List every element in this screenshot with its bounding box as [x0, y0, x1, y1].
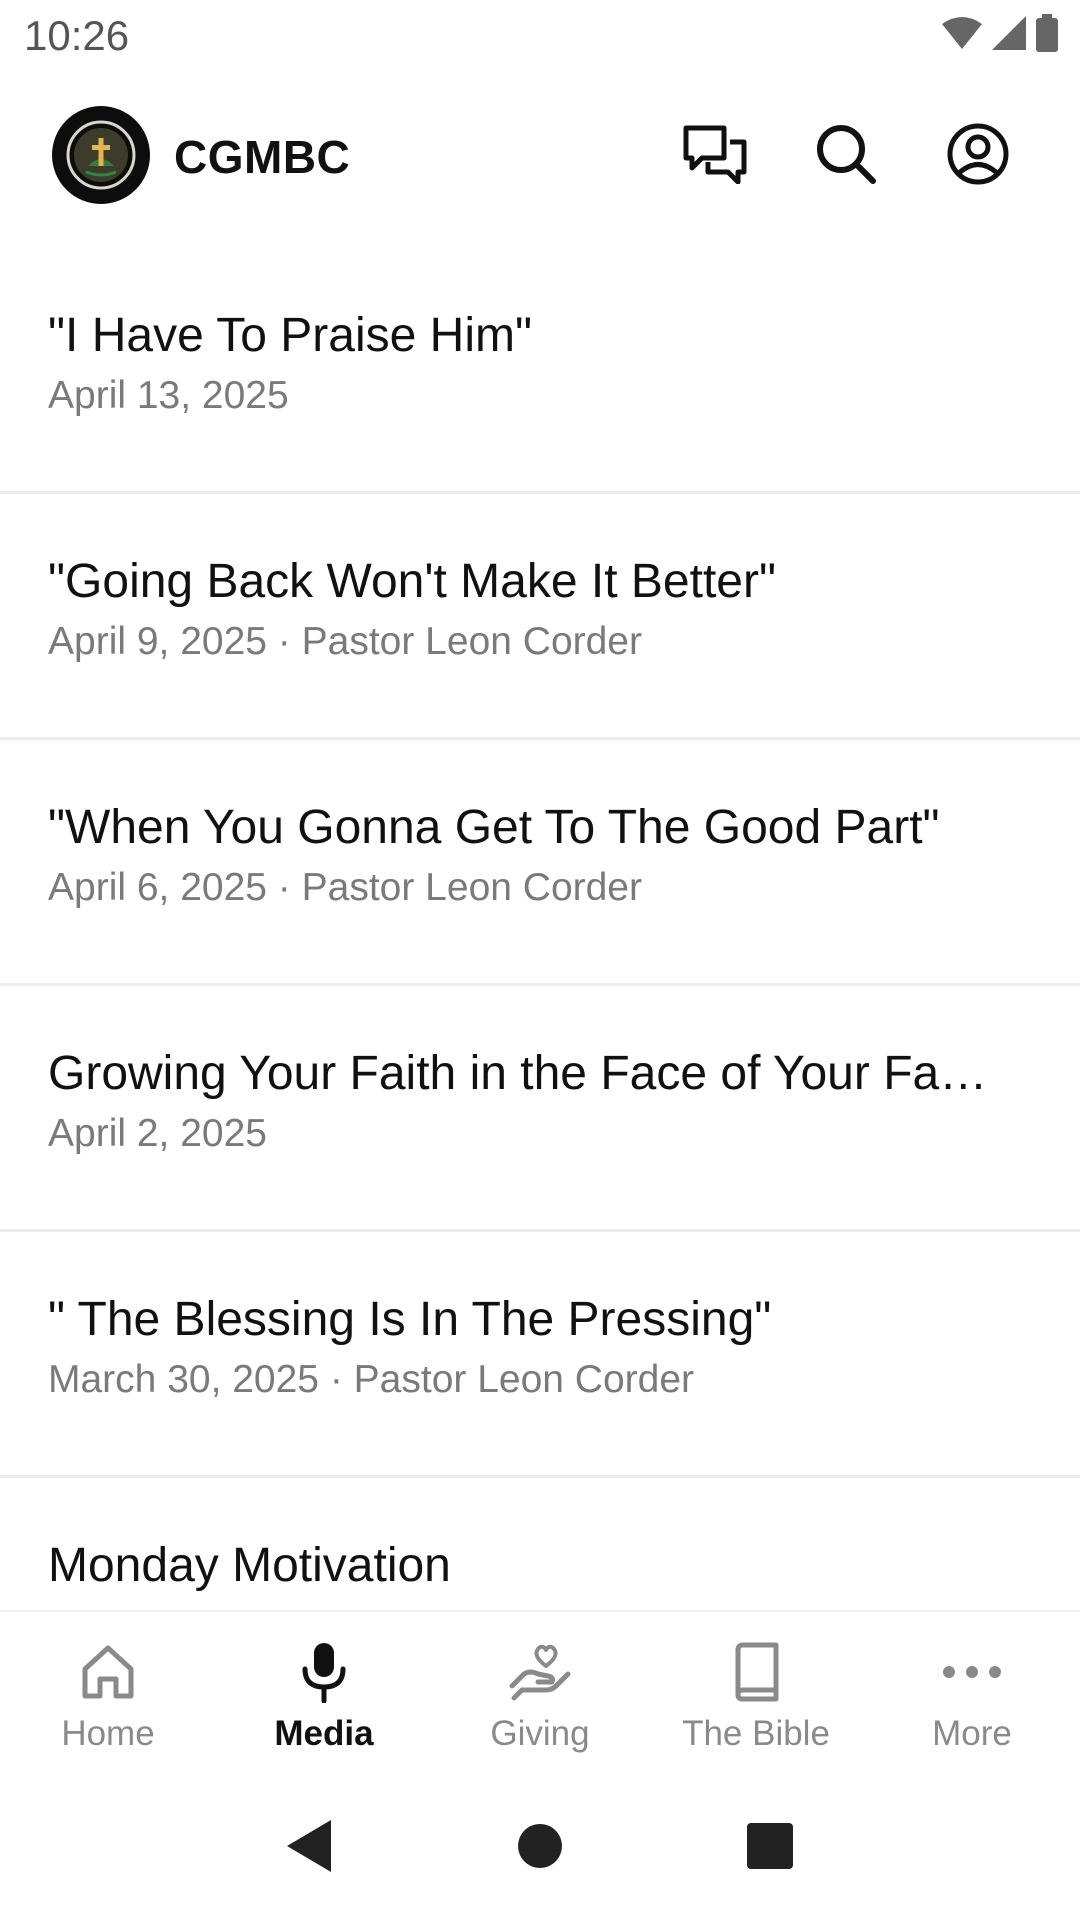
- home-icon: [76, 1640, 140, 1704]
- list-item[interactable]: " The Blessing Is In The Pressing" March…: [0, 1232, 1080, 1478]
- list-item[interactable]: Monday Motivation: [0, 1478, 1080, 1610]
- item-subtitle: April 6, 2025 · Pastor Leon Corder: [48, 866, 642, 909]
- search-icon: [814, 122, 878, 191]
- nav-item-more[interactable]: More: [864, 1612, 1080, 1776]
- battery-icon: [1036, 14, 1058, 57]
- nav-label-giving: Giving: [490, 1714, 590, 1753]
- giving-hand-heart-icon: [508, 1640, 572, 1704]
- signal-icon: [992, 16, 1026, 55]
- list-item[interactable]: "When You Gonna Get To The Good Part" Ap…: [0, 740, 1080, 986]
- nav-item-the-bible[interactable]: The Bible: [648, 1612, 864, 1776]
- item-title: Growing Your Faith in the Face of Your F…: [48, 1047, 988, 1100]
- item-subtitle: March 30, 2025 · Pastor Leon Corder: [48, 1358, 695, 1401]
- chat-icon: [682, 124, 748, 189]
- screen: 10:26 CGMBC "I Have To Praise Him" April…: [0, 0, 1080, 1920]
- media-list: "I Have To Praise Him" April 13, 2025 "G…: [0, 248, 1080, 1610]
- nav-label-more: More: [932, 1714, 1012, 1753]
- chat-button[interactable]: [677, 118, 753, 194]
- profile-button[interactable]: [940, 118, 1016, 194]
- list-item[interactable]: "I Have To Praise Him" April 13, 2025: [0, 248, 1080, 494]
- item-title: Monday Motivation: [48, 1539, 451, 1592]
- item-subtitle: April 13, 2025: [48, 374, 289, 417]
- status-bar: 10:26: [0, 0, 1080, 74]
- item-title: "When You Gonna Get To The Good Part": [48, 801, 940, 854]
- nav-item-media[interactable]: Media: [216, 1612, 432, 1776]
- item-subtitle: April 2, 2025: [48, 1112, 267, 1155]
- nav-item-giving[interactable]: Giving: [432, 1612, 648, 1776]
- app-header: CGMBC: [0, 100, 1080, 212]
- list-item[interactable]: "Going Back Won't Make It Better" April …: [0, 494, 1080, 740]
- item-title: "I Have To Praise Him": [48, 309, 533, 362]
- more-dots-icon: [940, 1640, 1004, 1704]
- system-home-button[interactable]: [510, 1818, 570, 1878]
- recents-icon: [747, 1822, 793, 1874]
- book-icon: [724, 1640, 788, 1704]
- wifi-icon: [942, 16, 982, 55]
- item-title: "Going Back Won't Make It Better": [48, 555, 776, 608]
- status-time: 10:26: [24, 12, 130, 59]
- home-circle-icon: [517, 1823, 563, 1874]
- list-item[interactable]: Growing Your Faith in the Face of Your F…: [0, 986, 1080, 1232]
- bottom-nav: Home Media Giving The Bible More: [0, 1610, 1080, 1776]
- search-button[interactable]: [808, 118, 884, 194]
- nav-item-home[interactable]: Home: [0, 1612, 216, 1776]
- nav-label-home: Home: [61, 1714, 155, 1753]
- item-subtitle: April 9, 2025 · Pastor Leon Corder: [48, 620, 642, 663]
- profile-icon: [946, 122, 1010, 191]
- nav-label-media: Media: [274, 1714, 374, 1753]
- app-brand-title: CGMBC: [174, 131, 351, 183]
- nav-label-the-bible: The Bible: [682, 1714, 830, 1753]
- system-recents-button[interactable]: [740, 1818, 800, 1878]
- item-title: " The Blessing Is In The Pressing": [48, 1293, 772, 1346]
- back-icon: [287, 1819, 333, 1877]
- microphone-icon: [292, 1640, 356, 1704]
- system-back-button[interactable]: [280, 1818, 340, 1878]
- status-icons: [942, 14, 1058, 57]
- system-nav-bar: [0, 1776, 1080, 1920]
- church-logo-icon[interactable]: [52, 106, 150, 204]
